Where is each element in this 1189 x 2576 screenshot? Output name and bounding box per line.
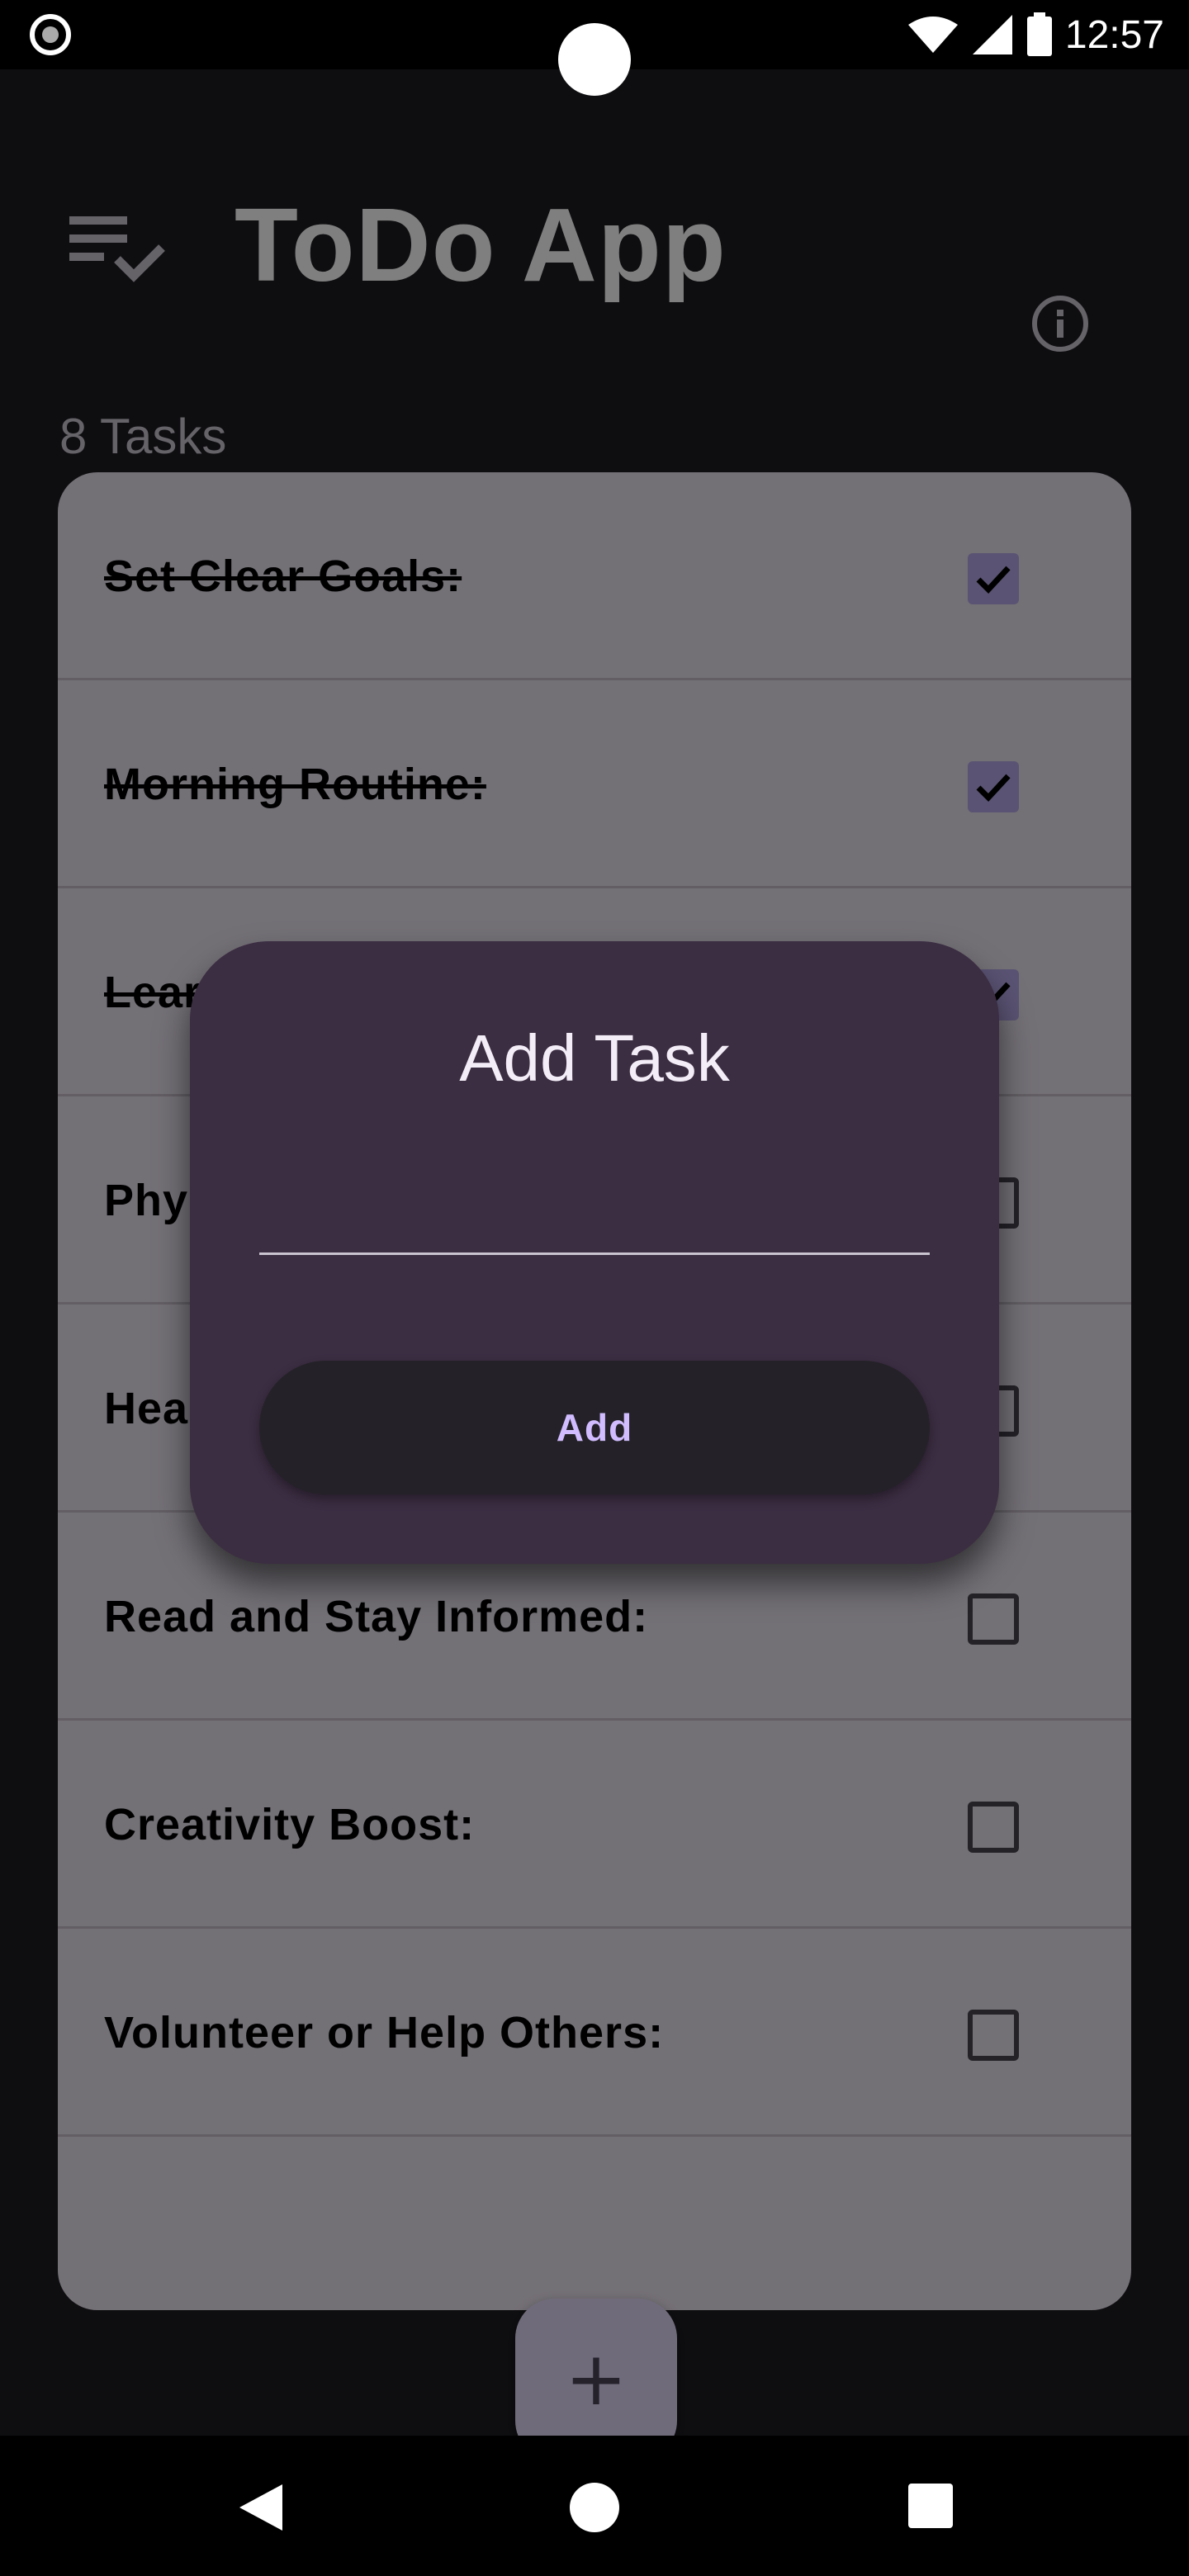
wifi-icon xyxy=(907,17,958,53)
back-icon[interactable] xyxy=(236,2481,286,2534)
add-button[interactable]: Add xyxy=(259,1361,930,1494)
status-time: 12:57 xyxy=(1064,12,1164,57)
battery-icon xyxy=(1026,12,1052,56)
home-icon[interactable] xyxy=(570,2483,619,2532)
recent-apps-icon[interactable] xyxy=(908,2484,953,2528)
signal-icon xyxy=(972,15,1012,54)
dialog-title: Add Task xyxy=(459,1021,730,1095)
record-icon xyxy=(30,14,71,55)
camera-cutout xyxy=(558,23,631,96)
status-icons: 12:57 xyxy=(907,8,1164,61)
task-name-input[interactable] xyxy=(259,1189,930,1255)
navigation-bar xyxy=(0,2436,1189,2576)
add-task-dialog: Add Task Add xyxy=(190,941,999,1564)
